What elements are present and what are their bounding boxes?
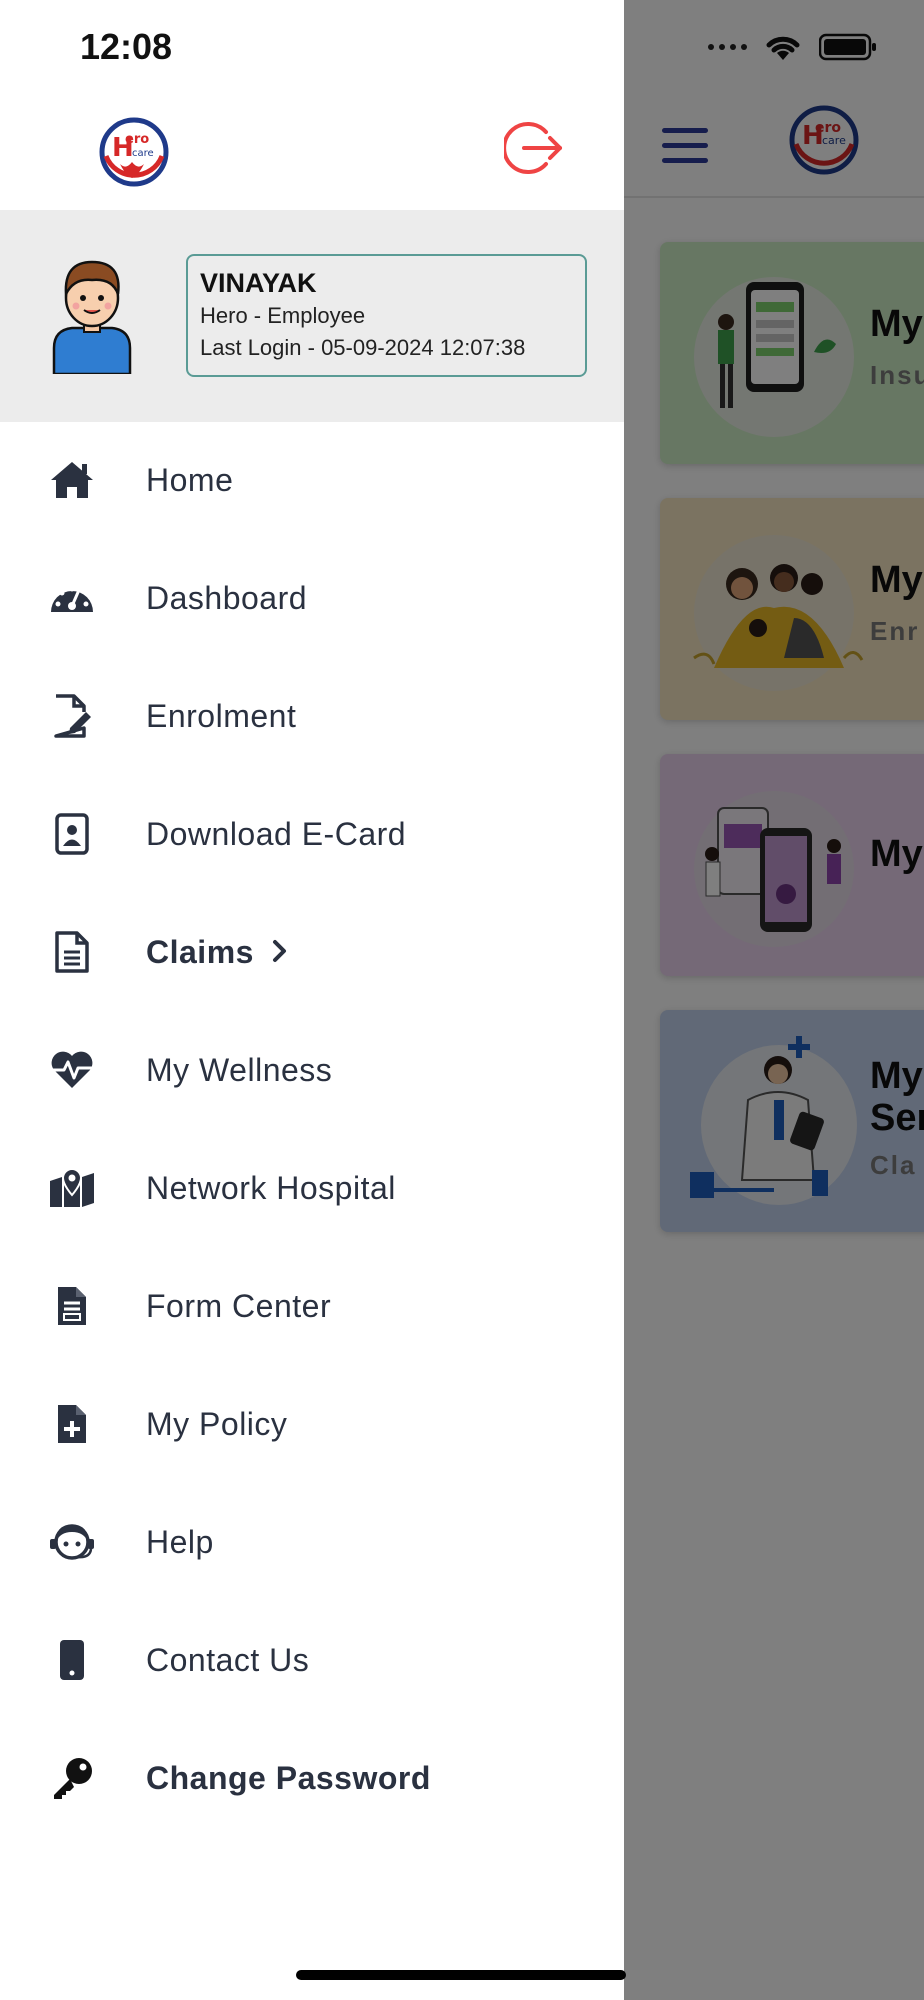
dashboard-icon	[48, 574, 96, 622]
status-time: 12:08	[80, 26, 173, 67]
navigation-drawer: 12:08 H ero care VINAYAK Hero - Employee…	[0, 0, 626, 2000]
menu-item-label: Home	[146, 461, 234, 498]
svg-text:ero: ero	[125, 132, 149, 147]
home-icon	[48, 456, 96, 504]
menu-item-enrolment[interactable]: Enrolment	[0, 658, 624, 774]
profile-role: Hero - Employee	[200, 303, 366, 328]
heartbeat-icon	[48, 1046, 96, 1094]
menu-item-label: Network Hospital	[146, 1169, 396, 1206]
menu-item-label: Form Center	[146, 1287, 332, 1324]
menu-item-contact-us[interactable]: Contact Us	[0, 1602, 624, 1718]
id-card-icon	[48, 810, 96, 858]
svg-text:care: care	[132, 148, 154, 159]
mobile-icon	[48, 1636, 96, 1684]
menu-item-claims-label: Claims	[146, 934, 288, 971]
profile-section: VINAYAK Hero - Employee Last Login - 05-…	[0, 210, 624, 422]
profile-name: VINAYAK	[200, 268, 317, 298]
menu-item-help[interactable]: Help	[0, 1484, 624, 1600]
enrolment-icon	[48, 692, 96, 740]
menu-item-label: Help	[146, 1523, 214, 1560]
menu-item-dashboard[interactable]: Dashboard	[0, 540, 624, 656]
home-indicator[interactable]	[296, 1970, 626, 1980]
key-icon	[48, 1754, 96, 1802]
document-icon	[48, 928, 96, 976]
menu-item-network-hospital[interactable]: Network Hospital	[0, 1130, 624, 1246]
menu-item-label: Change Password	[146, 1759, 431, 1796]
file-plus-icon	[48, 1400, 96, 1448]
map-marker-icon	[48, 1164, 96, 1212]
hero-care-logo: H ero care	[99, 117, 169, 187]
form-icon	[48, 1282, 96, 1330]
menu-item-change-password[interactable]: Change Password	[0, 1720, 624, 1836]
menu-item-claims[interactable]: Claims	[0, 894, 624, 1010]
profile-last-login: Last Login - 05-09-2024 12:07:38	[200, 335, 526, 360]
help-face-icon	[48, 1518, 96, 1566]
avatar	[52, 260, 132, 374]
menu-item-home[interactable]: Home	[0, 422, 624, 538]
profile-info-box: VINAYAK Hero - Employee Last Login - 05-…	[186, 254, 587, 377]
menu-item-download-ecard[interactable]: Download E-Card	[0, 776, 624, 892]
menu-item-label: Download E-Card	[146, 815, 407, 852]
menu-item-label: Enrolment	[146, 697, 297, 734]
menu-item-form-center[interactable]: Form Center	[0, 1248, 624, 1364]
menu-item-wellness[interactable]: My Wellness	[0, 1012, 624, 1128]
menu-item-label: Claims	[146, 933, 254, 970]
menu-item-label: Dashboard	[146, 579, 308, 616]
menu-item-my-policy[interactable]: My Policy	[0, 1366, 624, 1482]
menu-item-label: My Wellness	[146, 1051, 333, 1088]
menu-item-label: My Policy	[146, 1405, 288, 1442]
chevron-right-icon	[272, 939, 286, 962]
logout-icon[interactable]	[504, 118, 566, 178]
menu-item-label: Contact Us	[146, 1641, 310, 1678]
